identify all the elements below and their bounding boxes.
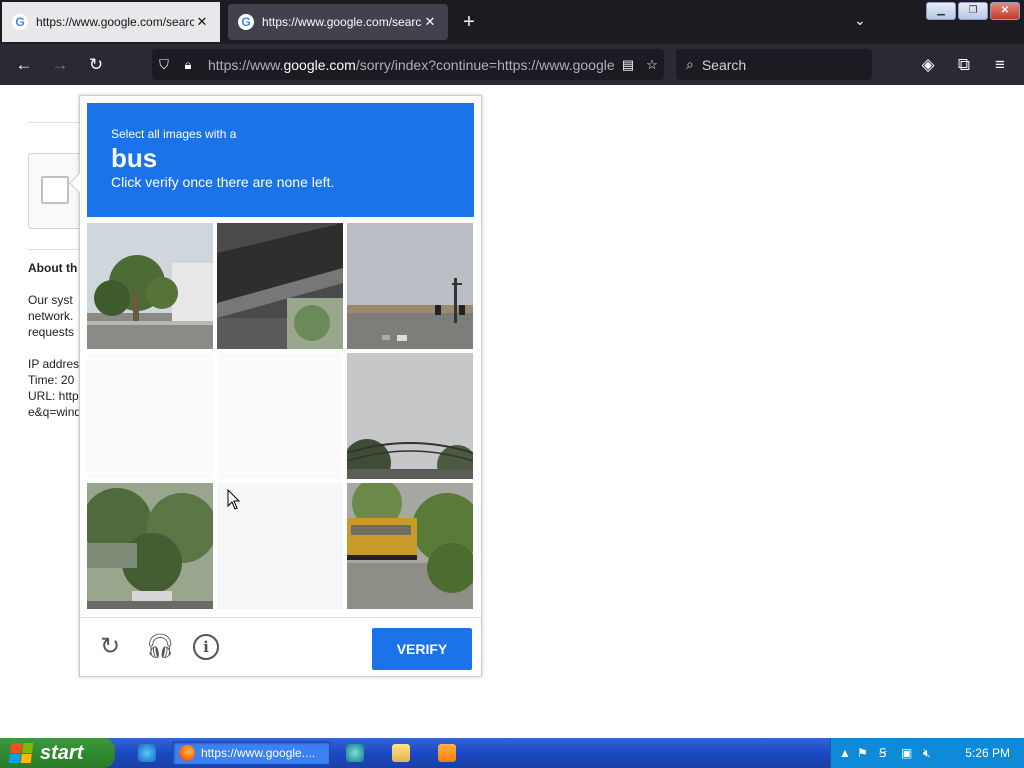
google-favicon-icon: G	[238, 14, 254, 30]
challenge-prompt: Select all images with a bus Click verif…	[87, 103, 474, 217]
tray-expand-icon[interactable]: ▲	[839, 746, 851, 760]
firefox-icon	[179, 745, 195, 761]
window-controls: ▁ ❐ ✕	[926, 2, 1020, 20]
tab-title: https://www.google.com/search	[262, 15, 422, 29]
search-input[interactable]: ⌕ Search	[676, 49, 872, 80]
tab-google-2[interactable]: G https://www.google.com/search ✕	[228, 4, 448, 40]
image-tile-6[interactable]	[347, 353, 473, 479]
challenge-footer: ↻ 🎧︎ i VERIFY	[80, 617, 481, 676]
prompt-hint: Click verify once there are none left.	[111, 174, 335, 190]
image-tile-3[interactable]	[347, 223, 473, 349]
mouse-cursor-icon	[227, 489, 241, 510]
prompt-target: bus	[111, 143, 158, 173]
folder-icon[interactable]	[392, 744, 410, 762]
start-label: start	[40, 741, 84, 764]
about-line: e&q=wind	[28, 405, 82, 419]
flag-icon[interactable]: ⚑	[857, 746, 868, 760]
clock: 5:26 PM	[965, 746, 1010, 760]
start-button[interactable]: start	[0, 738, 115, 768]
image-tile-5[interactable]	[217, 353, 343, 479]
forward-button[interactable]: →	[49, 54, 71, 76]
back-button[interactable]: ←	[13, 54, 35, 76]
search-placeholder: Search	[701, 56, 747, 73]
image-tile-7[interactable]	[87, 483, 213, 609]
image-tile-2[interactable]	[217, 223, 343, 349]
about-line: URL: http	[28, 389, 79, 403]
media-player-icon[interactable]	[438, 744, 456, 762]
taskbar: start https://www.google.... ▲ ⚑ Ꞩ ▣ 🔇︎ …	[0, 738, 1024, 768]
tab-google-1[interactable]: G https://www.google.com/search ✕	[2, 2, 220, 42]
about-line: Our syst	[28, 293, 73, 307]
url-bar[interactable]: ⛉ 🔒︎ https://www.google.com/sorry/index?…	[152, 49, 664, 80]
shield-icon[interactable]: ⛉	[152, 57, 176, 73]
recaptcha-challenge: Select all images with a bus Click verif…	[69, 95, 482, 677]
list-all-tabs-button[interactable]: ⌄	[854, 12, 866, 29]
windows-logo-icon	[8, 743, 34, 763]
about-line: requests	[28, 325, 75, 339]
messenger-icon[interactable]	[346, 744, 364, 762]
tab-strip: G https://www.google.com/search ✕ G http…	[0, 0, 1024, 44]
about-line: Time: 20	[28, 373, 75, 387]
close-window-button[interactable]: ✕	[990, 2, 1020, 20]
close-tab-icon[interactable]: ✕	[422, 14, 438, 30]
info-icon[interactable]: i	[193, 634, 219, 660]
close-tab-icon[interactable]: ✕	[194, 14, 210, 30]
lock-icon[interactable]: 🔒︎	[176, 57, 200, 73]
task-title: https://www.google....	[201, 746, 316, 760]
headphones-icon[interactable]: 🎧︎	[145, 634, 175, 660]
new-tab-button[interactable]: +	[458, 11, 480, 33]
internet-explorer-icon[interactable]	[138, 744, 156, 762]
pocket-icon[interactable]: ◈	[917, 54, 939, 76]
minimize-button[interactable]: ▁	[926, 2, 956, 20]
reload-button[interactable]: ↻	[85, 54, 107, 76]
bookmark-star-icon[interactable]: ☆	[640, 57, 664, 73]
search-icon: ⌕	[686, 56, 694, 72]
about-line: network.	[28, 309, 74, 323]
image-tile-9[interactable]	[347, 483, 473, 609]
restore-button[interactable]: ❐	[958, 2, 988, 20]
tab-title: https://www.google.com/search	[36, 15, 194, 29]
about-heading: About th	[28, 261, 78, 275]
volume-muted-icon[interactable]: 🔇︎	[923, 746, 931, 761]
prompt-instruction: Select all images with a	[111, 127, 237, 141]
google-favicon-icon: G	[12, 14, 28, 30]
about-line: IP addres	[28, 357, 80, 371]
reload-challenge-icon[interactable]: ↻	[97, 634, 123, 660]
language-icon[interactable]: Ꞩ	[879, 746, 887, 760]
network-icon[interactable]: ▣	[901, 746, 912, 760]
extensions-icon[interactable]: ⧉	[953, 54, 975, 76]
taskbar-firefox-window[interactable]: https://www.google....	[172, 741, 330, 765]
url-text[interactable]: https://www.google.com/sorry/index?conti…	[200, 57, 616, 73]
image-tile-4[interactable]	[87, 353, 213, 479]
menu-icon[interactable]: ≡	[989, 54, 1011, 76]
image-tile-1[interactable]	[87, 223, 213, 349]
verify-button[interactable]: VERIFY	[372, 628, 472, 670]
system-tray: ▲ ⚑ Ꞩ ▣ 🔇︎ 5:26 PM	[830, 738, 1024, 768]
recaptcha-checkbox[interactable]	[41, 176, 69, 204]
reader-view-icon[interactable]: ▤	[616, 57, 640, 73]
